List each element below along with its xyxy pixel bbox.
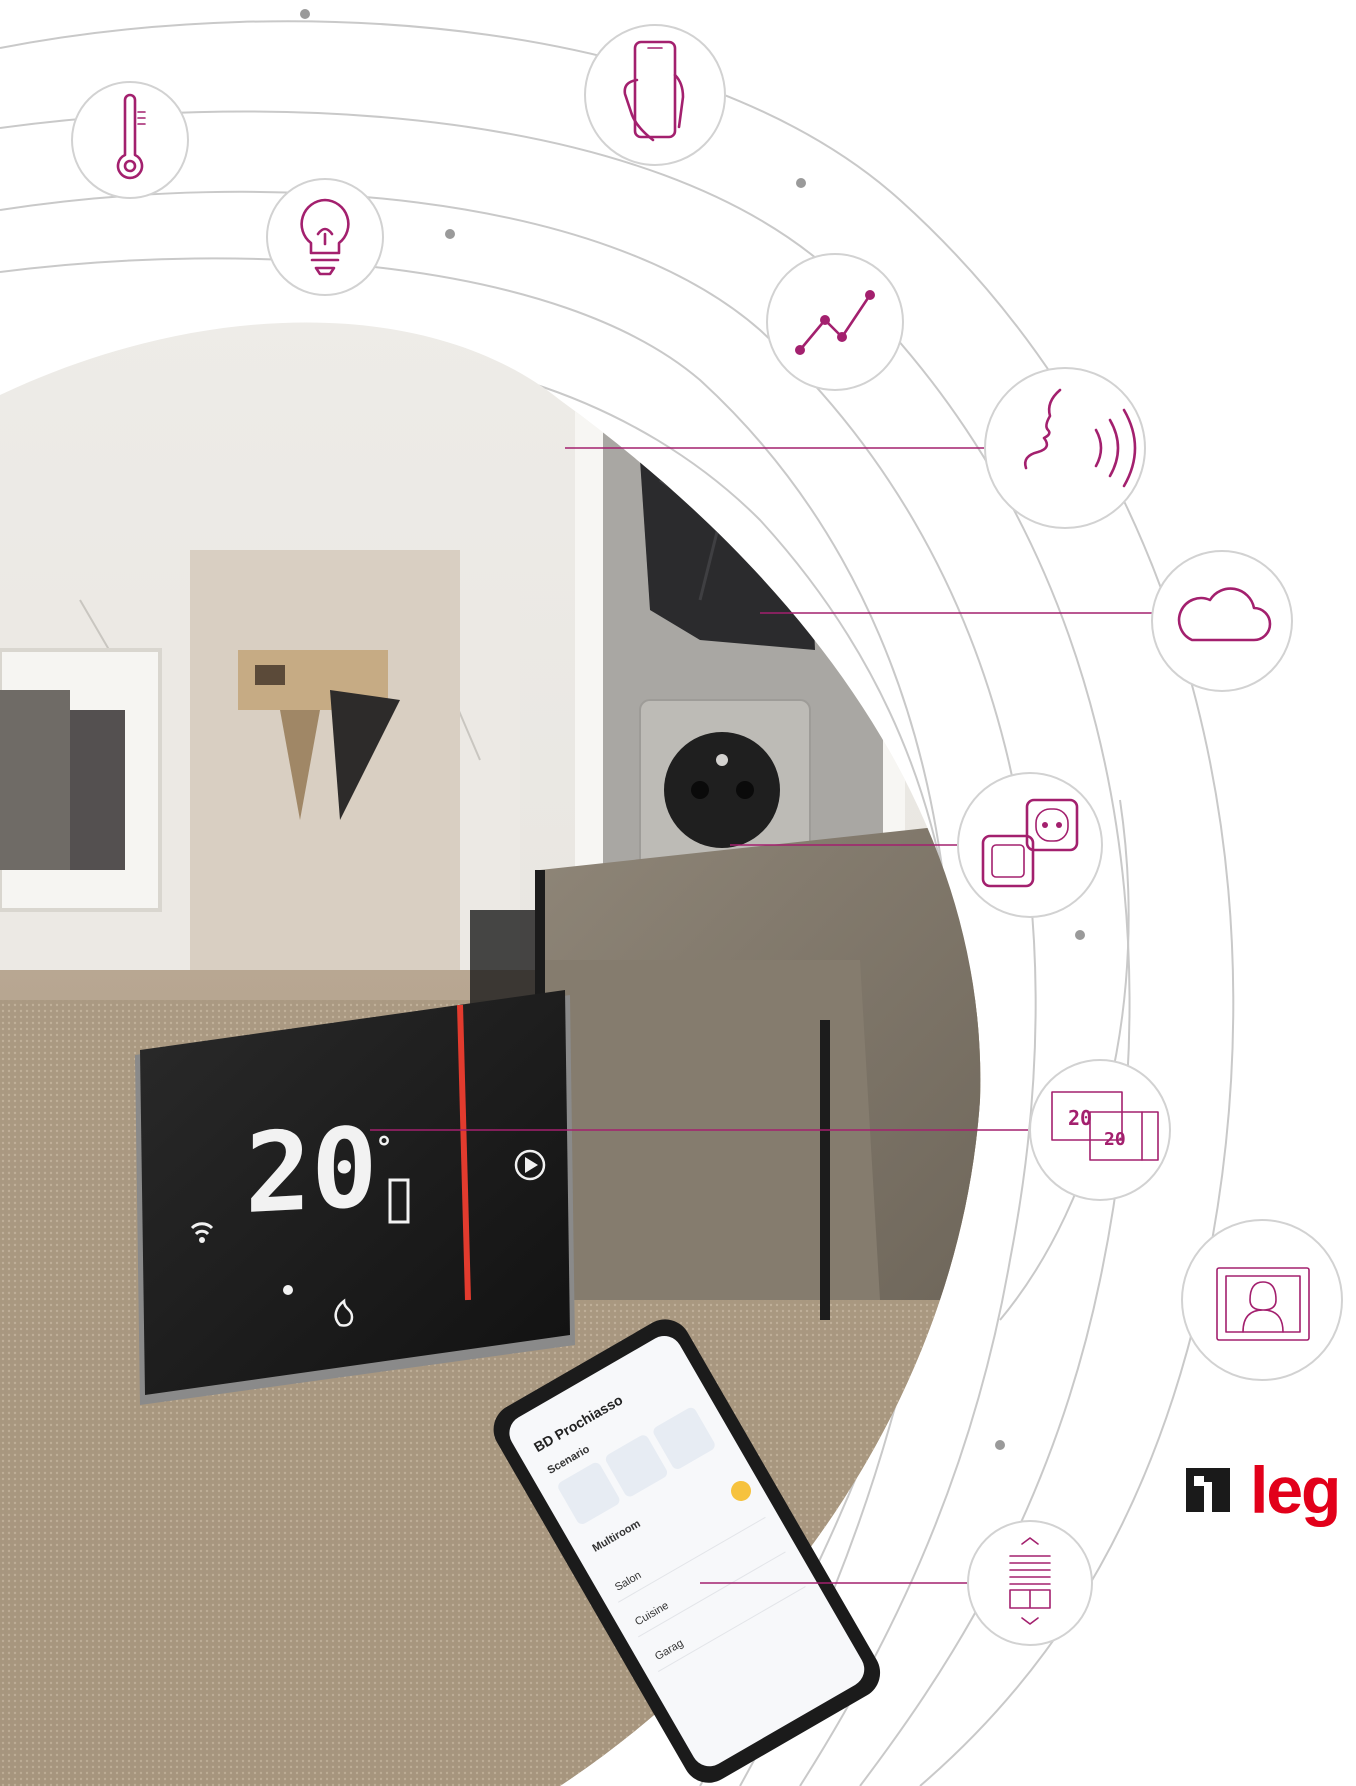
brand-wordmark: leg bbox=[1250, 1453, 1341, 1527]
thermometer-icon bbox=[71, 81, 189, 199]
brand-logo: leg bbox=[1186, 1453, 1341, 1527]
mini-thermostat-display-b: 20 bbox=[1104, 1129, 1126, 1150]
smartphone-icon bbox=[584, 24, 726, 166]
socket-switch-icon bbox=[957, 772, 1103, 918]
shutter-icon bbox=[967, 1520, 1093, 1646]
cloud-icon bbox=[1151, 550, 1293, 692]
thermostat-degree: ° bbox=[375, 1131, 393, 1166]
brand-mark-icon bbox=[1186, 1464, 1238, 1516]
voice-assistant-icon bbox=[984, 367, 1146, 529]
thermostat-temperature: 20 bbox=[245, 1103, 377, 1238]
feature-orbit-illustration: 20 ° BD Prochiasso Scenario Multiroom Sa… bbox=[0, 9, 1343, 1786]
lightbulb-icon bbox=[266, 178, 384, 296]
thermostat-icon: 20 20 bbox=[1029, 1059, 1171, 1201]
smart-thermostat: 20 ° bbox=[135, 990, 575, 1405]
trend-chart-icon bbox=[766, 253, 904, 391]
video-intercom-icon bbox=[1181, 1219, 1343, 1381]
mini-thermostat-display-a: 20 bbox=[1068, 1106, 1092, 1130]
